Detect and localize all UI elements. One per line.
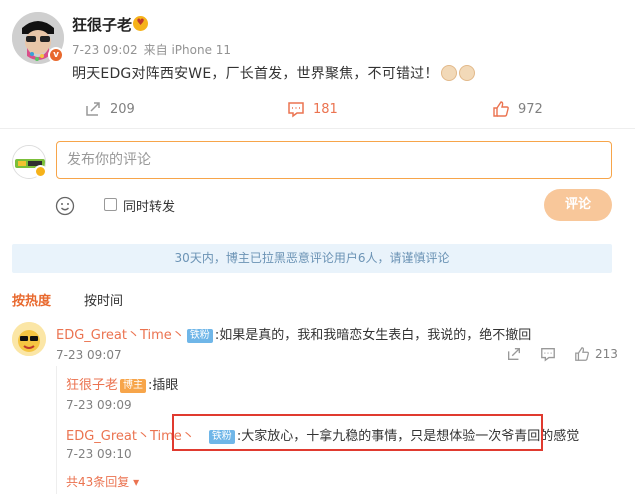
comment-like-count: 213 bbox=[595, 347, 618, 361]
repost-count: 209 bbox=[110, 101, 135, 117]
annotation-highlight-box bbox=[172, 414, 543, 451]
share-icon[interactable] bbox=[506, 346, 522, 362]
dog-emoji-icon bbox=[458, 65, 475, 81]
thumbs-up-icon bbox=[575, 347, 589, 361]
like-button[interactable]: 972 bbox=[492, 100, 543, 118]
emoji-button[interactable] bbox=[55, 196, 75, 216]
repost-checkbox[interactable] bbox=[104, 198, 117, 211]
comment-time: 7-23 09:07 bbox=[56, 348, 122, 362]
more-replies-link[interactable]: 共43条回复 ▾ bbox=[66, 473, 139, 490]
comment-text: :如果是真的，我和我暗恋女生表白，我说的，绝不撤回 bbox=[214, 328, 532, 343]
blocked-users-notice: 30天内，博主已拉黑恶意评论用户6人，请谨慎评论 bbox=[12, 244, 612, 273]
submit-comment-button[interactable]: 评论 bbox=[544, 189, 612, 221]
more-replies-label: 共43条回复 bbox=[66, 475, 130, 489]
iron-fan-badge: 铁粉 bbox=[186, 329, 213, 343]
repost-checkbox-label[interactable]: 同时转发 bbox=[123, 196, 175, 215]
comment-button[interactable]: 181 bbox=[287, 100, 338, 118]
post-meta: 7-23 09:02 来自 iPhone 11 bbox=[72, 41, 231, 58]
dog-emoji-icon bbox=[440, 65, 457, 81]
vip-badge-icon bbox=[34, 165, 47, 178]
post-body: 明天EDG对阵西安WE，厂长首发，世界聚焦，不可错过！ bbox=[72, 66, 439, 82]
share-icon bbox=[86, 102, 100, 116]
repost-button[interactable]: 209 bbox=[84, 100, 135, 118]
comment-actions: 213 bbox=[506, 346, 618, 362]
reply-time: 7-23 09:10 bbox=[66, 447, 132, 461]
reply-text: :插眼 bbox=[148, 378, 179, 393]
comment-icon bbox=[288, 102, 304, 118]
reply-line: 狂很子老 博主:插眼 bbox=[66, 374, 178, 393]
reply-author[interactable]: 狂很子老 bbox=[66, 378, 118, 393]
comment-count: 181 bbox=[313, 101, 338, 117]
comment-author[interactable]: EDG_Great丶Time丶 bbox=[56, 328, 185, 343]
reply-icon[interactable] bbox=[540, 346, 556, 362]
sort-by-time-tab[interactable]: 按时间 bbox=[84, 290, 123, 309]
post-source: 来自 iPhone 11 bbox=[143, 43, 232, 57]
post-text: 明天EDG对阵西安WE，厂长首发，世界聚焦，不可错过！ bbox=[72, 63, 475, 83]
reply-time: 7-23 09:09 bbox=[66, 398, 132, 412]
post-author-name[interactable]: 狂很子老 bbox=[72, 14, 132, 35]
post-time: 7-23 09:02 bbox=[72, 43, 138, 57]
like-count: 972 bbox=[518, 101, 543, 117]
host-badge: 博主 bbox=[120, 379, 147, 393]
sort-by-hot-tab[interactable]: 按热度 bbox=[12, 290, 51, 309]
comment-like-button[interactable]: 213 bbox=[574, 346, 618, 362]
commenter-avatar[interactable] bbox=[12, 322, 46, 356]
divider bbox=[0, 128, 635, 129]
fan-badge-icon: ♥ bbox=[133, 16, 148, 31]
chevron-down-icon: ▾ bbox=[129, 475, 140, 489]
comment-line: EDG_Great丶Time丶 铁粉:如果是真的，我和我暗恋女生表白，我说的，绝不… bbox=[56, 324, 531, 343]
comment-input[interactable] bbox=[56, 141, 612, 179]
smiley-icon bbox=[55, 196, 75, 216]
thumbs-up-icon bbox=[493, 101, 509, 117]
verified-badge-icon: v bbox=[48, 47, 64, 63]
